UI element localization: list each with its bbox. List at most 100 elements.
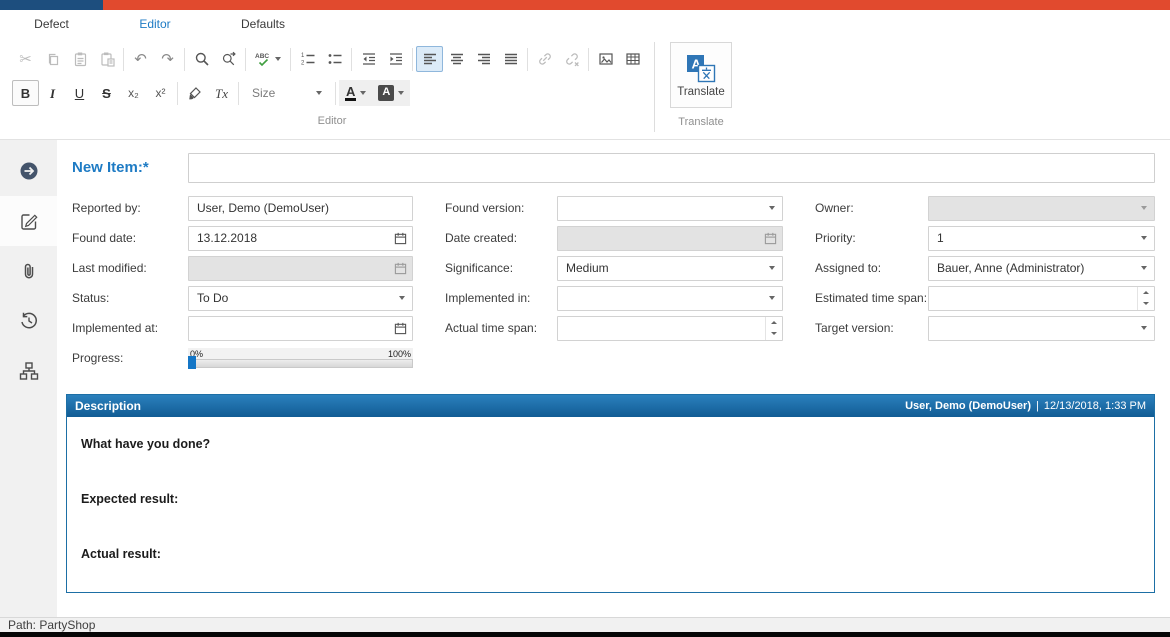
translate-icon: A (686, 53, 716, 83)
description-header: Description User, Demo (DemoUser) | 12/1… (67, 395, 1154, 417)
implemented-in-label: Implemented in: (445, 291, 557, 305)
paste-icon[interactable] (66, 46, 93, 72)
justify-icon[interactable] (497, 46, 524, 72)
tab-editor[interactable]: Editor (103, 10, 207, 37)
reported-by-input[interactable] (189, 197, 412, 220)
arrow-circle-right-icon (19, 161, 39, 181)
remove-format-button[interactable]: Tx (208, 80, 235, 106)
italic-button[interactable]: I (39, 80, 66, 106)
ribbon-row-font: B I U S x₂ x² Tx Size A (12, 79, 652, 107)
titlebar (0, 0, 1170, 10)
found-version-select[interactable] (557, 196, 783, 221)
target-version-select[interactable] (928, 316, 1155, 341)
status-value: To Do (189, 291, 392, 305)
calendar-icon (758, 227, 782, 250)
reported-by-label: Reported by: (72, 201, 188, 215)
actual-time-span-input[interactable] (558, 317, 765, 340)
progress-max-label: 100% (388, 349, 411, 359)
progress-label: Progress: (72, 351, 188, 365)
underline-label: U (75, 87, 84, 100)
align-right-icon[interactable] (470, 46, 497, 72)
image-icon[interactable] (592, 46, 619, 72)
significance-select[interactable]: Medium (557, 256, 783, 281)
found-date-input[interactable] (189, 227, 388, 250)
chevron-down-icon[interactable] (392, 287, 412, 310)
align-center-icon[interactable] (443, 46, 470, 72)
copy-icon[interactable] (39, 46, 66, 72)
implemented-in-select[interactable] (557, 286, 783, 311)
sidebar-item-hierarchy[interactable] (0, 346, 57, 396)
progress-slider[interactable]: 0% 100% (188, 348, 413, 369)
edit-pencil-icon (19, 211, 39, 231)
table-icon[interactable] (619, 46, 646, 72)
found-version-label: Found version: (445, 201, 557, 215)
background-color-button[interactable]: A (372, 80, 410, 106)
chevron-down-icon[interactable] (1134, 227, 1154, 250)
font-size-select[interactable]: Size (246, 81, 328, 105)
paste-special-icon[interactable] (93, 46, 120, 72)
chevron-down-icon[interactable] (762, 257, 782, 280)
calendar-icon[interactable] (388, 317, 412, 340)
font-color-button[interactable]: A (339, 80, 372, 106)
calendar-icon (388, 257, 412, 280)
subscript-button[interactable]: x₂ (120, 80, 147, 106)
chevron-down-icon[interactable] (1134, 317, 1154, 340)
italic-label: I (50, 87, 55, 100)
format-painter-icon[interactable] (181, 80, 208, 106)
strikethrough-button[interactable]: S (93, 80, 120, 106)
progress-thumb[interactable] (188, 356, 196, 369)
estimated-time-span-input[interactable] (929, 287, 1137, 310)
tab-defect[interactable]: Defect (0, 10, 103, 37)
sidebar-item-attachments[interactable] (0, 246, 57, 296)
implemented-at-field (188, 316, 413, 341)
ribbon-group-label-editor: Editor (12, 115, 652, 127)
decrease-indent-icon[interactable] (355, 46, 382, 72)
undo-icon[interactable]: ↶ (127, 46, 154, 72)
found-date-field (188, 226, 413, 251)
unlink-icon[interactable] (558, 46, 585, 72)
significance-value: Medium (558, 261, 762, 275)
link-icon[interactable] (531, 46, 558, 72)
toolbar-separator (527, 48, 528, 71)
spin-down-icon[interactable] (1138, 298, 1154, 310)
redo-icon[interactable]: ↷ (154, 46, 181, 72)
spin-down-icon[interactable] (766, 328, 782, 340)
replace-icon[interactable] (215, 46, 242, 72)
bold-label: B (21, 87, 30, 100)
calendar-icon[interactable] (388, 227, 412, 250)
toolbar-separator (123, 48, 124, 71)
description-title: Description (75, 399, 141, 413)
find-icon[interactable] (188, 46, 215, 72)
underline-button[interactable]: U (66, 80, 93, 106)
sidebar-item-history[interactable] (0, 296, 57, 346)
sidebar-item-open[interactable] (0, 146, 57, 196)
new-item-input[interactable] (188, 153, 1155, 183)
toolbar-separator (351, 48, 352, 71)
increase-indent-icon[interactable] (382, 46, 409, 72)
bulleted-list-icon[interactable] (321, 46, 348, 72)
status-label: Status: (72, 291, 188, 305)
chevron-down-icon[interactable] (762, 197, 782, 220)
priority-select[interactable]: 1 (928, 226, 1155, 251)
translate-button[interactable]: A Translate (670, 42, 732, 108)
spellcheck-icon[interactable]: ABC (249, 46, 287, 72)
bottom-strip (0, 632, 1170, 637)
cut-icon[interactable]: ✂ (12, 46, 39, 72)
spin-up-icon[interactable] (766, 317, 782, 329)
undo-glyph: ↶ (134, 52, 147, 67)
status-select[interactable]: To Do (188, 286, 413, 311)
implemented-at-input[interactable] (189, 317, 388, 340)
spin-up-icon[interactable] (1138, 287, 1154, 299)
align-left-icon[interactable] (416, 46, 443, 72)
toolbar-separator (238, 82, 239, 105)
chevron-down-icon[interactable] (762, 287, 782, 310)
chevron-down-icon[interactable] (1134, 257, 1154, 280)
sidebar-item-edit[interactable] (0, 196, 57, 246)
ribbon-group-editor: ✂ ↶ ↷ (12, 37, 652, 139)
superscript-button[interactable]: x² (147, 80, 174, 106)
bold-button[interactable]: B (12, 80, 39, 106)
numbered-list-icon[interactable]: 12 (294, 46, 321, 72)
tab-defaults[interactable]: Defaults (207, 10, 319, 37)
description-editor[interactable]: What have you done? Expected result: Act… (67, 417, 1154, 592)
assigned-to-select[interactable]: Bauer, Anne (Administrator) (928, 256, 1155, 281)
